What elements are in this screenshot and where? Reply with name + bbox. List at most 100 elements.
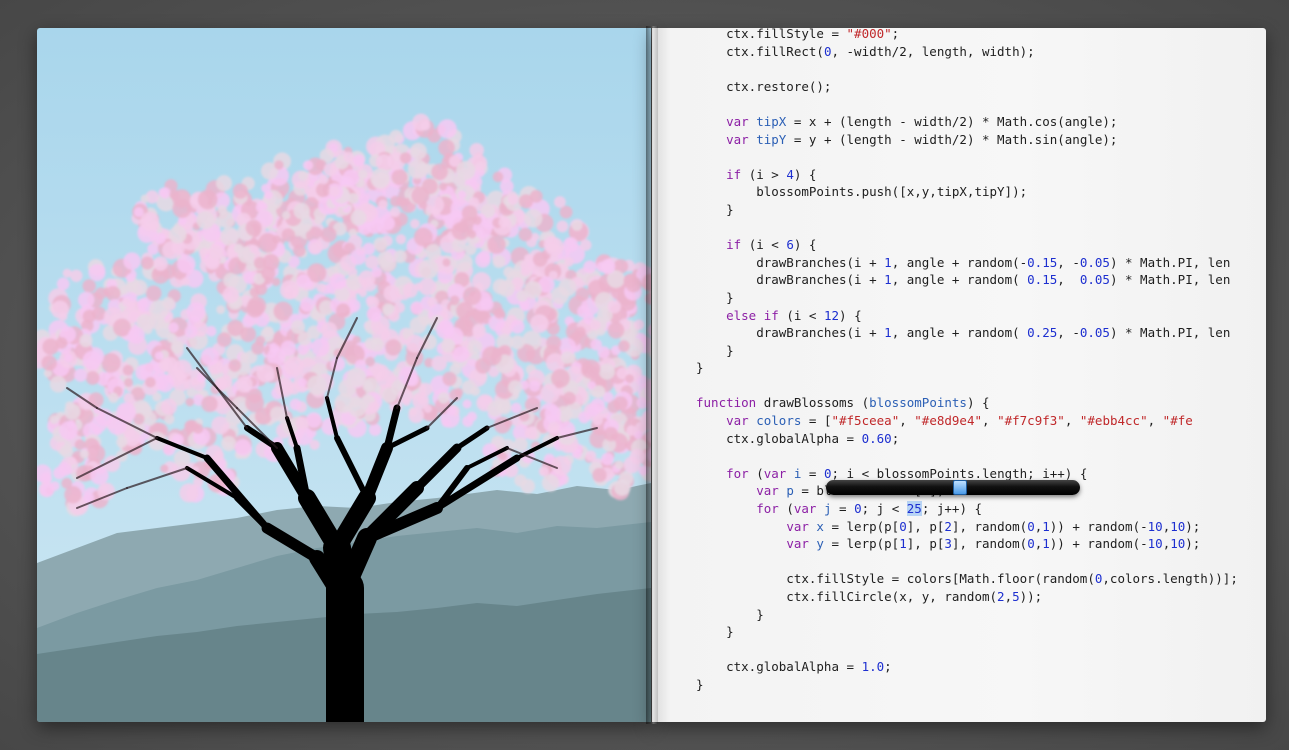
blossom	[213, 450, 224, 461]
blossom	[223, 272, 239, 289]
blossom	[217, 205, 227, 215]
blossom	[581, 359, 601, 379]
blossom	[282, 211, 291, 220]
code-line[interactable]: ctx.fillStyle = colors[Math.floor(random…	[696, 570, 1238, 588]
code-token: )) + random(-	[1049, 536, 1148, 552]
code-line[interactable]: var tipX = x + (length - width/2) * Math…	[696, 113, 1238, 131]
blossom	[162, 241, 181, 260]
blossom	[261, 266, 276, 281]
blossom	[625, 374, 634, 383]
blossom	[590, 319, 601, 331]
number-scrubber[interactable]	[826, 480, 1080, 495]
blossom	[585, 450, 597, 462]
blossom	[385, 339, 402, 356]
blossom	[389, 206, 401, 218]
code-line[interactable]: ctx.fillCircle(x, y, random(2,5));	[696, 588, 1238, 606]
code-text[interactable]: ctx.fillStyle = "#000"; ctx.fillRect(0, …	[696, 28, 1238, 694]
blossom	[549, 253, 559, 263]
blossom	[371, 312, 382, 322]
blossom	[389, 129, 403, 144]
code-token: );	[1185, 536, 1201, 552]
code-line[interactable]: }	[696, 201, 1238, 219]
code-line[interactable]: function drawBlossoms (blossomPoints) {	[696, 394, 1238, 412]
code-token: "#f5ceea"	[831, 413, 900, 429]
code-line[interactable]: var x = lerp(p[0], p[2], random(0,1)) + …	[696, 518, 1238, 536]
code-token: y	[816, 536, 824, 552]
code-token: ctx.fillStyle =	[696, 28, 847, 41]
code-line[interactable]: }	[696, 289, 1238, 307]
code-line[interactable]: blossomPoints.push([x,y,tipX,tipY]);	[696, 183, 1238, 201]
scrubber-handle[interactable]	[953, 480, 967, 495]
blossom	[516, 290, 528, 302]
code-line[interactable]: drawBranches(i + 1, angle + random(-0.15…	[696, 254, 1238, 272]
blossom	[79, 449, 89, 459]
blossom	[350, 209, 367, 226]
code-token: ctx.fillCircle(x, y, random(	[696, 589, 998, 604]
code-line[interactable]: ctx.fillStyle = "#000";	[696, 28, 1238, 43]
code-line[interactable]	[696, 60, 1238, 78]
blossom	[154, 351, 164, 361]
code-line[interactable]: var tipY = y + (length - width/2) * Math…	[696, 131, 1238, 149]
code-line[interactable]	[696, 377, 1238, 395]
code-token: blossomPoints	[869, 395, 967, 411]
code-line[interactable]: var y = lerp(p[1], p[3], random(0,1)) + …	[696, 535, 1238, 553]
blossom	[442, 371, 457, 386]
code-line[interactable]: ctx.fillRect(0, -width/2, length, width)…	[696, 43, 1238, 61]
code-line[interactable]: }	[696, 359, 1238, 377]
blossom	[274, 377, 295, 398]
code-token: ,colors.length))];	[1102, 571, 1238, 587]
code-line[interactable]: var colors = ["#f5ceea", "#e8d9e4", "#f7…	[696, 412, 1238, 430]
code-line[interactable]: drawBranches(i + 1, angle + random( 0.15…	[696, 271, 1238, 289]
code-line[interactable]	[696, 641, 1238, 659]
code-line[interactable]: ctx.globalAlpha = 1.0;	[696, 658, 1238, 676]
code-line[interactable]	[696, 95, 1238, 113]
code-editor[interactable]: ctx.fillStyle = "#000"; ctx.fillRect(0, …	[652, 28, 1266, 722]
code-line[interactable]: ctx.restore();	[696, 78, 1238, 96]
blossom	[160, 464, 169, 473]
blossom	[511, 402, 522, 414]
code-line[interactable]	[696, 219, 1238, 237]
blossom	[592, 467, 607, 483]
code-line[interactable]: }	[696, 623, 1238, 641]
code-token: 10	[1147, 536, 1163, 552]
blossom	[297, 332, 312, 346]
code-line[interactable]: }	[696, 676, 1238, 694]
code-line[interactable]	[696, 553, 1238, 571]
blossom	[370, 168, 391, 189]
code-token: j	[823, 501, 832, 517]
blossom	[417, 162, 429, 174]
code-token: 2	[944, 518, 952, 534]
code-line[interactable]: for (var j = 0; j < 25; j++) {	[696, 500, 1238, 518]
blossom	[368, 401, 380, 413]
code-line[interactable]: ctx.globalAlpha = 0.60;	[696, 430, 1238, 448]
code-line[interactable]: if (i < 6) {	[696, 236, 1238, 254]
code-line[interactable]: }	[696, 342, 1238, 360]
code-token: 1	[1042, 536, 1050, 552]
code-line[interactable]: drawBranches(i + 1, angle + random( 0.25…	[696, 324, 1238, 342]
code-token: ) {	[839, 307, 862, 323]
code-line[interactable]: if (i > 4) {	[696, 166, 1238, 184]
code-token: ) * Math.PI, len	[1109, 325, 1231, 341]
code-line[interactable]	[696, 148, 1238, 166]
blossom	[425, 244, 442, 260]
selected-number[interactable]: 25	[906, 501, 922, 517]
code-line[interactable]: }	[696, 606, 1238, 624]
blossom	[216, 175, 232, 192]
code-token: , -	[1057, 325, 1080, 341]
code-token: var	[756, 483, 779, 499]
blossom	[88, 264, 106, 282]
blossom	[518, 227, 533, 242]
blossom	[465, 243, 477, 256]
code-token: var	[726, 131, 749, 147]
blossom	[167, 333, 177, 343]
blossom	[158, 187, 168, 197]
blossom	[122, 298, 131, 307]
code-line[interactable]: else if (i < 12) {	[696, 307, 1238, 325]
blossom	[105, 286, 121, 301]
code-line[interactable]	[696, 447, 1238, 465]
code-token: = [	[801, 413, 832, 429]
blossom	[291, 320, 305, 335]
blossom	[42, 474, 52, 484]
